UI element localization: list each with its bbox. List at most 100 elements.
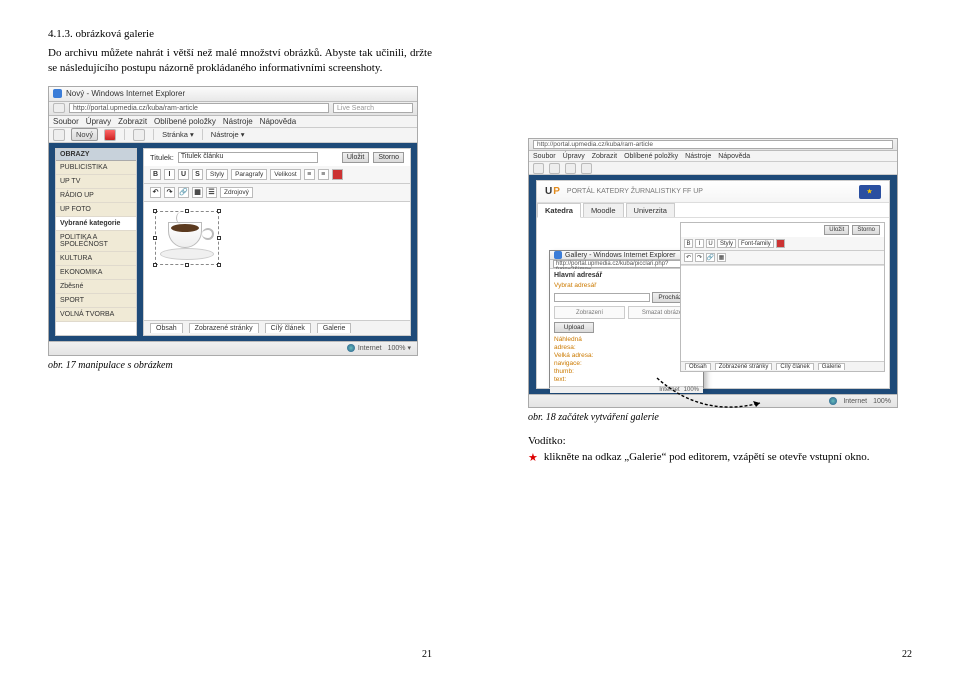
menu-item[interactable]: Soubor: [53, 117, 79, 126]
menu-item[interactable]: Oblíbené položky: [624, 153, 678, 160]
strike-icon[interactable]: S: [192, 169, 203, 180]
back-icon[interactable]: [533, 163, 544, 174]
tab-article[interactable]: Cílý článek: [776, 363, 813, 370]
sidebar-item[interactable]: POLITIKA A SPOLEČNOST: [56, 231, 136, 252]
tab-pages[interactable]: Zobrazené stránky: [715, 363, 773, 370]
home-icon[interactable]: [53, 129, 65, 141]
tab-content[interactable]: Obsah: [150, 323, 183, 333]
nav-tab[interactable]: Univerzita: [626, 203, 675, 217]
title-input[interactable]: Titulek článku: [178, 152, 318, 163]
link-icon[interactable]: 🔗: [706, 253, 715, 262]
save-button[interactable]: Uložit: [824, 225, 849, 235]
resize-frame[interactable]: [155, 211, 219, 265]
link-icon[interactable]: 🔗: [178, 187, 189, 198]
undo-icon[interactable]: ↶: [150, 187, 161, 198]
nav-tab[interactable]: Katedra: [537, 203, 581, 218]
sidebar-item[interactable]: SPORT: [56, 294, 136, 308]
cancel-button[interactable]: Storno: [373, 152, 404, 163]
sidebar-item[interactable]: RÁDIO UP: [56, 189, 136, 203]
list-icon[interactable]: ☰: [206, 187, 217, 198]
resize-handle-icon[interactable]: [153, 209, 157, 213]
cancel-button[interactable]: Storno: [852, 225, 880, 235]
menu-item[interactable]: Oblíbené položky: [154, 117, 216, 126]
home-icon[interactable]: [581, 163, 592, 174]
selected-image[interactable]: [158, 214, 216, 262]
url-field[interactable]: http://portal.upmedia.cz/kuba/ram-articl…: [69, 103, 329, 113]
url-field[interactable]: http://portal.upmedia.cz/kuba/ram-articl…: [533, 140, 893, 149]
color-icon[interactable]: [776, 239, 785, 248]
source-select[interactable]: Zdrojový: [220, 187, 253, 198]
bold-icon[interactable]: B: [150, 169, 161, 180]
image-icon[interactable]: ▦: [717, 253, 726, 262]
italic-icon[interactable]: I: [164, 169, 175, 180]
menu-item[interactable]: Nápověda: [718, 153, 750, 160]
preview-box[interactable]: Zobrazení: [554, 306, 625, 319]
popup-url[interactable]: http://portal.upmedia.cz/kuba/picclari.p…: [553, 260, 700, 268]
menu-item[interactable]: Úpravy: [86, 117, 111, 126]
menu-item[interactable]: Nápověda: [260, 117, 296, 126]
tab-button[interactable]: Nový: [71, 128, 98, 141]
zoom-level[interactable]: 100%: [873, 398, 891, 405]
menu-item[interactable]: Úpravy: [563, 153, 585, 160]
refresh-icon[interactable]: [133, 129, 145, 141]
redo-icon[interactable]: ↷: [695, 253, 704, 262]
link-item[interactable]: Velká adresa:: [554, 352, 699, 359]
menu-item[interactable]: Nástroje: [685, 153, 711, 160]
upload-button[interactable]: Upload: [554, 322, 594, 333]
align-center-icon[interactable]: ≡: [318, 169, 329, 180]
sidebar-item[interactable]: UP TV: [56, 175, 136, 189]
select-dir-link[interactable]: Vybrat adresář: [554, 282, 699, 289]
underline-icon[interactable]: U: [706, 239, 715, 248]
stop-icon[interactable]: [104, 129, 116, 141]
search-field[interactable]: Live Search: [333, 103, 413, 113]
style-select[interactable]: Styly: [206, 169, 228, 180]
forward-icon[interactable]: [549, 163, 560, 174]
back-icon[interactable]: [53, 103, 65, 113]
underline-icon[interactable]: U: [178, 169, 189, 180]
link-item[interactable]: text:: [554, 376, 699, 383]
resize-handle-icon[interactable]: [217, 209, 221, 213]
tab-pages[interactable]: Zobrazené stránky: [189, 323, 259, 333]
link-item[interactable]: adresa:: [554, 344, 699, 351]
resize-handle-icon[interactable]: [153, 236, 157, 240]
resize-handle-icon[interactable]: [185, 209, 189, 213]
size-select[interactable]: Velikost: [270, 169, 300, 180]
menu-item[interactable]: Zobrazit: [592, 153, 617, 160]
sidebar-item[interactable]: EKONOMIKA: [56, 266, 136, 280]
redo-icon[interactable]: ↷: [164, 187, 175, 198]
bold-icon[interactable]: B: [684, 239, 693, 248]
tab-gallery[interactable]: Galerie: [818, 363, 845, 370]
file-input[interactable]: [554, 293, 650, 302]
resize-handle-icon[interactable]: [217, 236, 221, 240]
tab-content[interactable]: Obsah: [685, 363, 711, 370]
align-left-icon[interactable]: ≡: [304, 169, 315, 180]
tab-article[interactable]: Cílý článek: [265, 323, 311, 333]
sidebar-item[interactable]: PUBLICISTIKA: [56, 161, 136, 175]
italic-icon[interactable]: I: [695, 239, 704, 248]
image-icon[interactable]: ▦: [192, 187, 203, 198]
sidebar-item[interactable]: KULTURA: [56, 252, 136, 266]
editor-canvas[interactable]: [144, 202, 410, 320]
inner-canvas[interactable]: [681, 265, 884, 361]
refresh-icon[interactable]: [565, 163, 576, 174]
sidebar-item[interactable]: Zběsné: [56, 280, 136, 294]
resize-handle-icon[interactable]: [153, 263, 157, 267]
sidebar-item[interactable]: VOLNÁ TVORBA: [56, 308, 136, 322]
menu-item[interactable]: Zobrazit: [118, 117, 147, 126]
sidebar-item[interactable]: UP FOTO: [56, 203, 136, 217]
link-item[interactable]: navigace:: [554, 360, 699, 367]
undo-icon[interactable]: ↶: [684, 253, 693, 262]
font-select[interactable]: Font-family: [738, 239, 774, 248]
menu-item[interactable]: Soubor: [533, 153, 556, 160]
nav-tab[interactable]: Moodle: [583, 203, 624, 217]
link-item[interactable]: thumb:: [554, 368, 699, 375]
para-select[interactable]: Paragrafy: [231, 169, 267, 180]
color-icon[interactable]: [332, 169, 343, 180]
tab-gallery[interactable]: Galerie: [317, 323, 352, 333]
resize-handle-icon[interactable]: [217, 263, 221, 267]
save-button[interactable]: Uložit: [342, 152, 370, 163]
resize-handle-icon[interactable]: [185, 263, 189, 267]
style-select[interactable]: Styly: [717, 239, 736, 248]
link-item[interactable]: Náhledná: [554, 336, 699, 343]
zoom-level[interactable]: 100% ▾: [388, 344, 411, 352]
